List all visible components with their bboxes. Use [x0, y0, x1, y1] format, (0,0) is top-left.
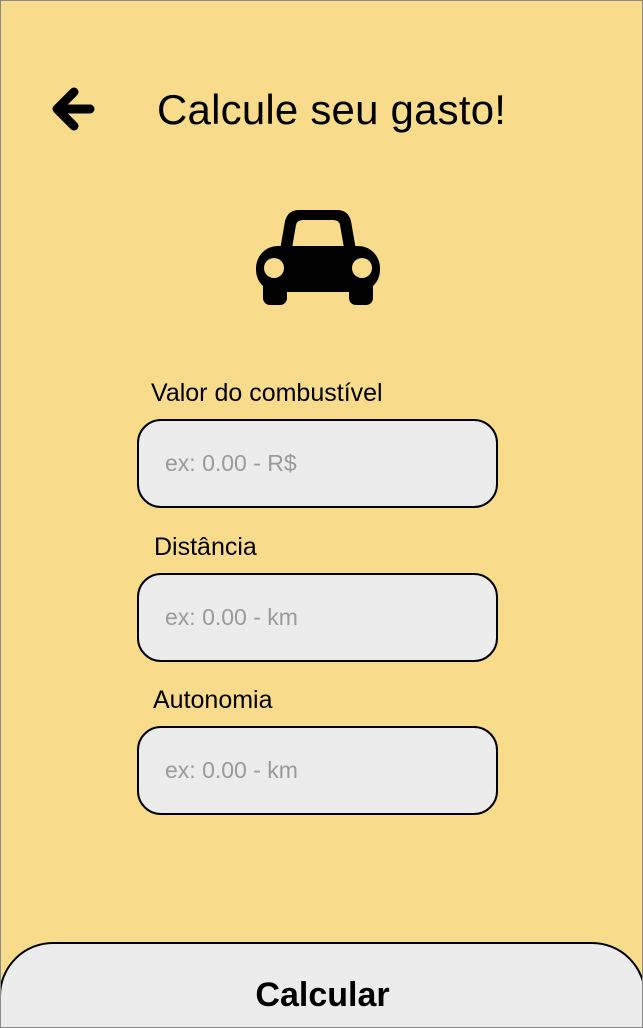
- fuel-price-input[interactable]: [137, 419, 498, 508]
- back-button[interactable]: [45, 81, 99, 137]
- car-icon: [255, 208, 381, 306]
- fuel-price-label: Valor do combustível: [151, 379, 383, 407]
- autonomy-input[interactable]: [137, 726, 498, 815]
- arrow-left-icon: [52, 87, 95, 131]
- calculate-button-label: Calcular: [255, 976, 390, 1014]
- page-title: Calcule seu gasto!: [157, 86, 507, 133]
- autonomy-label: Autonomia: [153, 686, 273, 714]
- distance-input[interactable]: [137, 573, 498, 662]
- fuel-cost-screen: Calcule seu gasto! Valor do combustível …: [0, 0, 643, 1028]
- distance-label: Distância: [154, 533, 257, 561]
- calculate-button[interactable]: Calcular: [1, 942, 642, 1027]
